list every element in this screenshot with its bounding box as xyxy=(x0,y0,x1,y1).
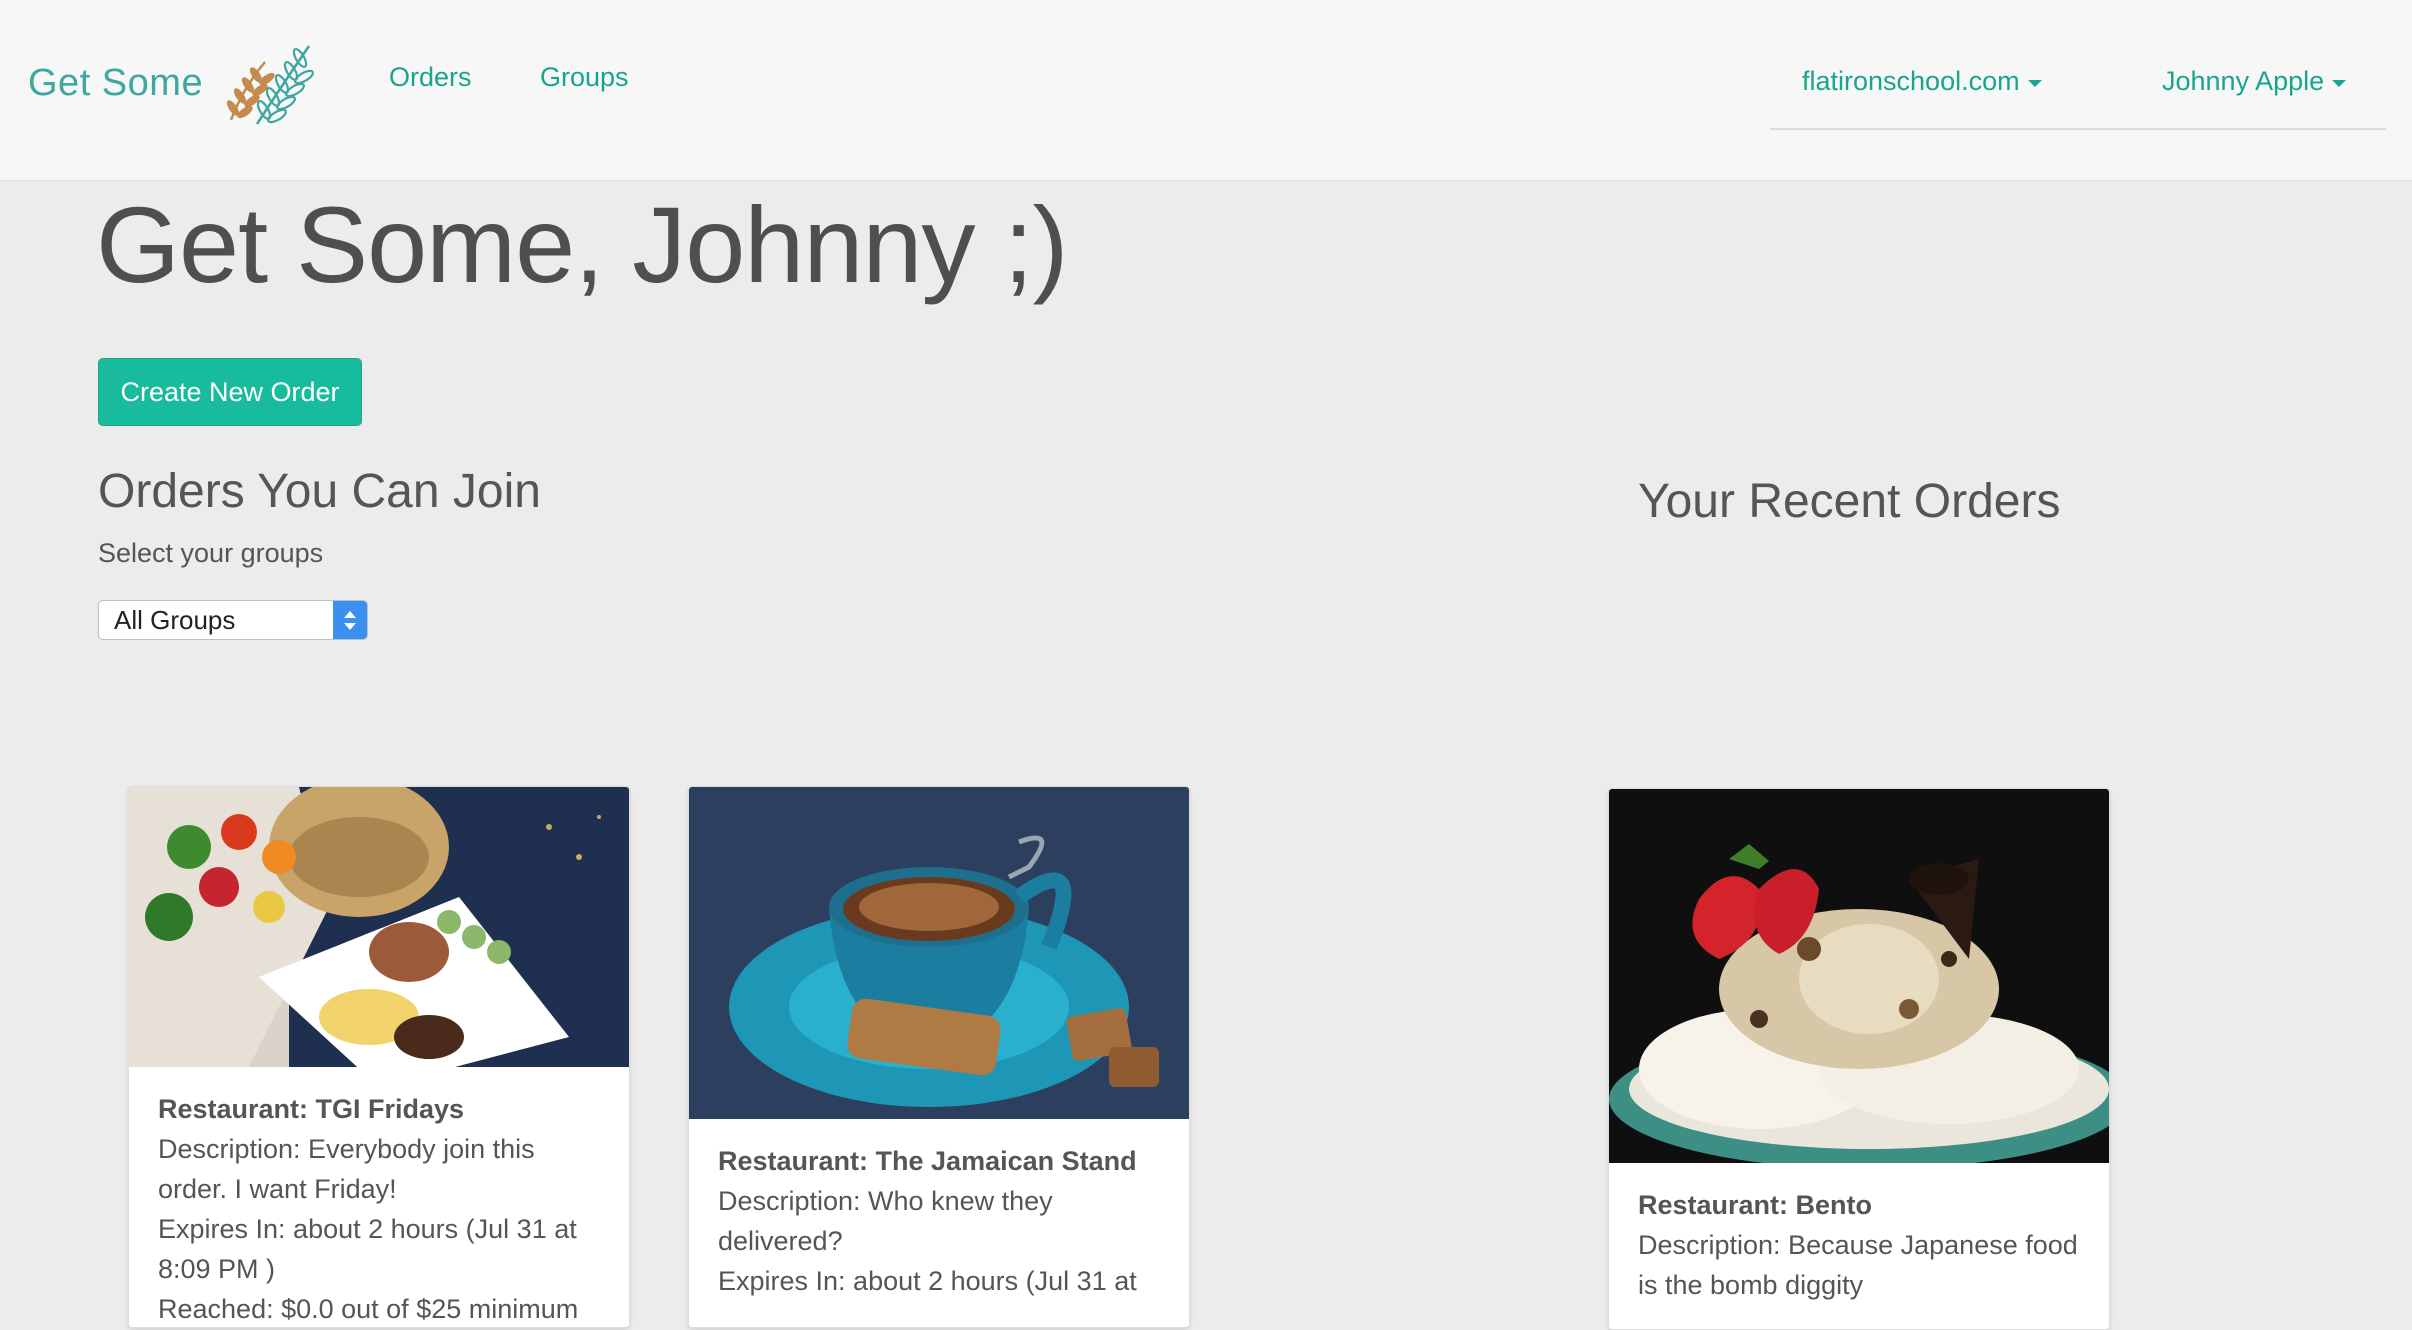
order-restaurant: Restaurant: The Jamaican Stand xyxy=(718,1146,1137,1176)
groups-select-value: All Groups xyxy=(114,604,236,635)
order-reached: Reached: $0.0 out of $25 minimum xyxy=(158,1294,579,1324)
user-dropdown[interactable]: Johnny Apple xyxy=(2162,66,2347,97)
order-restaurant: Restaurant: Bento xyxy=(1638,1190,1873,1220)
caret-down-icon xyxy=(2027,80,2042,87)
order-expires: Expires In: about 2 hours (Jul 31 at xyxy=(718,1266,1137,1296)
order-description: Description: Because Japanese food is th… xyxy=(1638,1230,2078,1300)
user-dropdown-label: Johnny Apple xyxy=(2162,66,2325,96)
nav-link-orders[interactable]: Orders xyxy=(389,62,472,93)
orders-you-can-join-heading: Orders You Can Join xyxy=(98,465,541,518)
wheat-logo-icon xyxy=(226,45,315,125)
brand-logo[interactable]: Get Some xyxy=(28,38,319,128)
order-expires: Expires In: about 2 hours (Jul 31 at 8:0… xyxy=(158,1214,577,1284)
order-description: Description: Who knew they delivered? xyxy=(718,1186,1053,1256)
order-card-body: Restaurant: TGI Fridays Description: Eve… xyxy=(129,1067,629,1327)
brand-name: Get Some xyxy=(28,61,204,104)
nav-link-groups[interactable]: Groups xyxy=(540,62,629,93)
order-card-body: Restaurant: The Jamaican Stand Descripti… xyxy=(689,1119,1189,1301)
recent-order-card[interactable]: Restaurant: Bento Description: Because J… xyxy=(1608,788,2110,1330)
ice-cream-dessert-image xyxy=(1609,789,2109,1163)
domain-dropdown-label: flatironschool.com xyxy=(1802,66,2020,96)
order-card[interactable]: Restaurant: The Jamaican Stand Descripti… xyxy=(688,786,1190,1328)
order-card-body: Restaurant: Bento Description: Because J… xyxy=(1609,1163,2109,1305)
food-plate-image xyxy=(129,787,629,1067)
your-recent-orders-heading: Your Recent Orders xyxy=(1638,475,2061,528)
select-groups-label: Select your groups xyxy=(98,538,324,568)
create-new-order-button[interactable]: Create New Order xyxy=(98,358,362,426)
order-restaurant: Restaurant: TGI Fridays xyxy=(158,1094,465,1124)
domain-dropdown[interactable]: flatironschool.com xyxy=(1802,66,2042,97)
navbar: Get Some Orders Groups flatironschool.co… xyxy=(0,0,2412,180)
select-arrows-icon xyxy=(333,601,367,639)
order-description: Description: Everybody join this order. … xyxy=(158,1134,535,1204)
page-title: Get Some, Johnny ;) xyxy=(96,184,1068,305)
coffee-cup-image xyxy=(689,787,1189,1119)
order-card[interactable]: Restaurant: TGI Fridays Description: Eve… xyxy=(128,786,630,1328)
caret-down-icon xyxy=(2332,80,2347,87)
nav-divider xyxy=(1770,128,2386,130)
groups-select[interactable]: All Groups xyxy=(98,600,368,640)
